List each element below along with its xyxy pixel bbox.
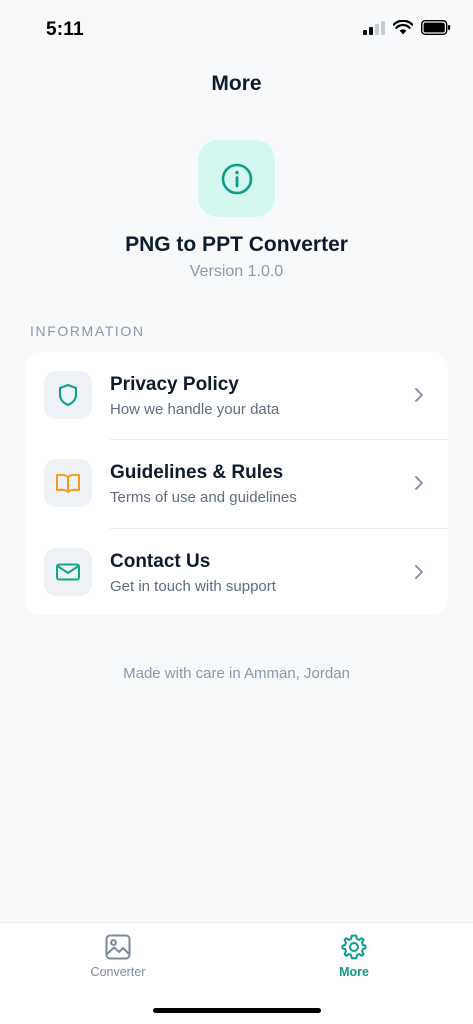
guidelines-icon-tile <box>44 459 92 507</box>
app-icon-tile <box>198 140 275 217</box>
chevron-right-icon <box>415 476 423 490</box>
section-label-information: INFORMATION <box>30 323 145 339</box>
status-icons <box>363 20 451 35</box>
contact-icon-tile <box>44 548 92 596</box>
status-bar: 5:11 <box>0 0 473 60</box>
info-icon <box>221 163 252 194</box>
tab-label: Converter <box>90 965 146 979</box>
book-icon <box>56 473 80 493</box>
home-indicator <box>153 1008 321 1013</box>
tab-converter[interactable]: Converter <box>58 933 178 979</box>
app-version: Version 1.0.0 <box>189 263 284 280</box>
battery-icon <box>421 20 451 35</box>
contact-us-row[interactable]: Contact Us Get in touch with support <box>25 529 448 617</box>
cellular-signal-icon <box>363 20 385 35</box>
row-title: Privacy Policy <box>110 374 239 395</box>
status-time: 5:11 <box>46 19 84 40</box>
guidelines-rules-row[interactable]: Guidelines & Rules Terms of use and guid… <box>25 440 448 528</box>
footer-note: Made with care in Amman, Jordan <box>123 665 350 682</box>
row-subtitle: How we handle your data <box>110 401 280 418</box>
more-screen: 5:11 More PNG to PPT Converter Version 1… <box>0 0 473 1024</box>
shield-icon <box>58 383 78 407</box>
row-subtitle: Get in touch with support <box>110 578 276 595</box>
page-title: More <box>211 72 262 95</box>
row-subtitle: Terms of use and guidelines <box>110 489 297 506</box>
tab-more[interactable]: More <box>294 933 414 979</box>
chevron-right-icon <box>415 388 423 402</box>
privacy-policy-row[interactable]: Privacy Policy How we handle your data <box>25 352 448 440</box>
row-title: Contact Us <box>110 551 211 572</box>
image-icon <box>105 934 131 960</box>
mail-icon <box>56 563 80 581</box>
gear-icon <box>341 934 367 960</box>
information-card: Privacy Policy How we handle your data G… <box>25 352 448 615</box>
app-name: PNG to PPT Converter <box>125 233 348 256</box>
tab-label: More <box>339 965 369 979</box>
wifi-icon <box>393 20 413 35</box>
privacy-icon-tile <box>44 371 92 419</box>
chevron-right-icon <box>415 565 423 579</box>
row-title: Guidelines & Rules <box>110 462 284 483</box>
